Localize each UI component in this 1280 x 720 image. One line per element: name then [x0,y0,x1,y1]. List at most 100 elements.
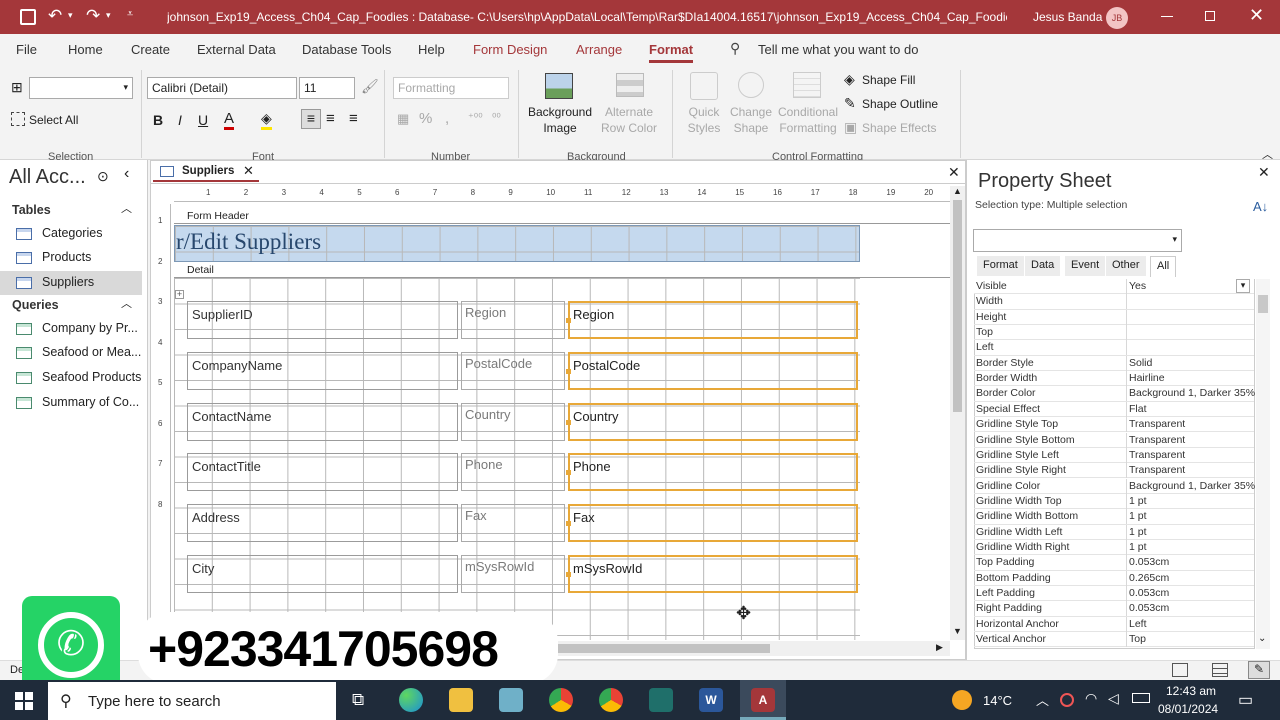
nav-tables-header[interactable]: Tables [12,203,51,217]
weather-icon[interactable] [952,690,972,710]
percent-icon[interactable]: % [419,110,432,127]
menu-arrange[interactable]: Arrange [576,42,622,57]
scroll-down-icon[interactable]: ⌄ [1258,633,1266,644]
user-name[interactable]: Jesus Banda [1033,10,1102,24]
bold-button[interactable]: B [153,112,163,128]
property-value[interactable]: 1 pt [1129,526,1147,538]
field-label[interactable]: CompanyName [187,351,458,390]
property-value[interactable]: Transparent [1129,464,1185,476]
redo-dropdown-icon[interactable]: ▾ [106,10,111,21]
property-value[interactable]: Background 1, Darker 35% [1129,387,1255,399]
property-row[interactable]: Special Effect Flat [974,401,1254,418]
menu-file[interactable]: File [16,42,37,57]
menu-home[interactable]: Home [68,42,103,57]
selection-handle[interactable] [566,572,571,577]
scroll-thumb[interactable] [953,200,962,412]
background-image-icon[interactable] [545,73,573,99]
horizontal-scrollbar[interactable]: ▶ [540,641,950,656]
save-icon[interactable] [20,9,36,25]
nav-item-query[interactable]: Seafood or Mea... [0,341,142,365]
menu-create[interactable]: Create [131,42,170,57]
property-value[interactable]: Solid [1129,357,1152,369]
selection-dropdown[interactable]: ▾ [973,229,1182,252]
property-value[interactable]: 0.053cm [1129,602,1169,614]
notifications-icon[interactable]: ▭ [1238,690,1253,710]
property-value[interactable]: 0.053cm [1129,587,1169,599]
property-row[interactable]: Gridline Color Background 1, Darker 35% [974,478,1255,494]
field-label[interactable]: Region [461,301,565,339]
shape-effects-button[interactable]: Shape Effects [862,121,937,135]
menu-format[interactable]: Format [649,42,693,57]
align-center-icon[interactable]: ≡ [326,110,335,127]
font-size-select[interactable]: 11 [299,77,355,99]
property-row[interactable]: Left Padding 0.053cm [974,586,1254,602]
form-view-icon[interactable] [1172,663,1188,677]
restore-icon[interactable] [1205,11,1215,21]
property-tab-event[interactable]: Event [1065,256,1106,276]
property-row[interactable]: Top Padding 0.053cm [974,555,1254,571]
property-value[interactable]: 0.053cm [1129,556,1169,568]
clock-time[interactable]: 12:43 am [1166,684,1216,698]
search-icon[interactable]: ⚲ [730,40,740,57]
background-image-button[interactable]: Background Image [527,104,593,136]
nav-queries-header[interactable]: Queries [12,298,59,312]
nav-item-query[interactable]: Seafood Products [0,366,142,390]
field-textbox[interactable]: Country [568,402,858,441]
clock-date[interactable]: 08/01/2024 [1158,702,1218,716]
decrease-decimals-icon[interactable]: ⁰⁰ [492,111,501,124]
access-icon[interactable]: A [751,688,775,712]
property-row[interactable]: Gridline Width Right 1 pt [974,539,1254,556]
quick-styles-button[interactable]: Quick Styles [680,104,728,136]
field-textbox[interactable]: Region [568,301,858,339]
selection-handle[interactable] [566,368,571,374]
property-row[interactable]: Visible Yes ▾ [974,279,1254,295]
property-value[interactable]: Transparent [1129,418,1185,430]
layout-selector-icon[interactable]: + [175,290,184,299]
selection-handle[interactable] [566,521,571,527]
undo-icon[interactable]: ↶ [48,6,62,26]
taskbar-search[interactable]: ⚲ Type here to search [48,682,336,720]
property-value[interactable]: Transparent [1129,434,1185,446]
nav-title[interactable]: All Acc... [9,166,86,189]
property-row[interactable]: Bottom Padding 0.265cm [974,570,1254,586]
property-row[interactable]: Gridline Width Top 1 pt [974,493,1254,510]
design-view-icon[interactable]: ✎ [1248,661,1270,679]
format-painter-icon[interactable]: 🖌 [361,78,379,95]
field-label[interactable]: mSysRowId [461,555,565,593]
tab-suppliers[interactable]: Suppliers ✕ [153,162,259,182]
property-tab-format[interactable]: Format [977,256,1024,276]
tray-chevron-icon[interactable]: ︿ [1036,690,1049,709]
field-textbox[interactable]: PostalCode [568,351,858,390]
field-label[interactable]: Address [187,504,458,543]
scroll-thumb[interactable] [550,644,770,653]
property-row[interactable]: Gridline Width Left 1 pt [974,524,1254,540]
field-textbox[interactable]: Fax [568,504,858,543]
chrome-icon[interactable] [549,688,573,712]
selection-handle[interactable] [566,470,571,476]
shape-effects-icon[interactable]: ▣ [844,119,857,136]
nav-menu-icon[interactable]: ⊙ [97,168,109,185]
word-icon[interactable]: W [699,688,723,712]
detail-section-bar[interactable]: Detail [174,262,950,278]
header-title-label[interactable]: r/Edit Suppliers [176,229,321,255]
shape-fill-button[interactable]: Shape Fill [862,73,915,87]
field-label[interactable]: PostalCode [461,351,565,390]
property-value[interactable]: Background 1, Darker 35% [1129,480,1255,492]
property-value[interactable]: Top [1129,633,1146,645]
nav-item-suppliers[interactable]: Suppliers [0,271,142,295]
selection-handle[interactable] [566,419,571,425]
chevron-down-icon[interactable]: ▾ [1236,279,1250,293]
property-row[interactable]: Border Style Solid [974,355,1254,372]
sort-az-icon[interactable]: A↓ [1253,199,1268,214]
terminal-app-icon[interactable] [649,688,673,712]
property-row[interactable]: Horizontal Anchor Left [974,616,1254,632]
property-value[interactable]: 0.265cm [1129,572,1169,584]
layout-view-icon[interactable] [1212,663,1228,677]
nav-item-query[interactable]: Summary of Co... [0,391,142,415]
property-row[interactable]: Gridline Style Right Transparent [974,463,1254,479]
property-row[interactable]: Left [974,340,1254,356]
conditional-formatting-icon[interactable] [793,72,821,98]
currency-icon[interactable]: ▦ [397,111,409,127]
property-row[interactable]: Gridline Style Bottom Transparent [974,432,1254,448]
vertical-scrollbar[interactable]: ▲ ▼ [950,186,965,640]
